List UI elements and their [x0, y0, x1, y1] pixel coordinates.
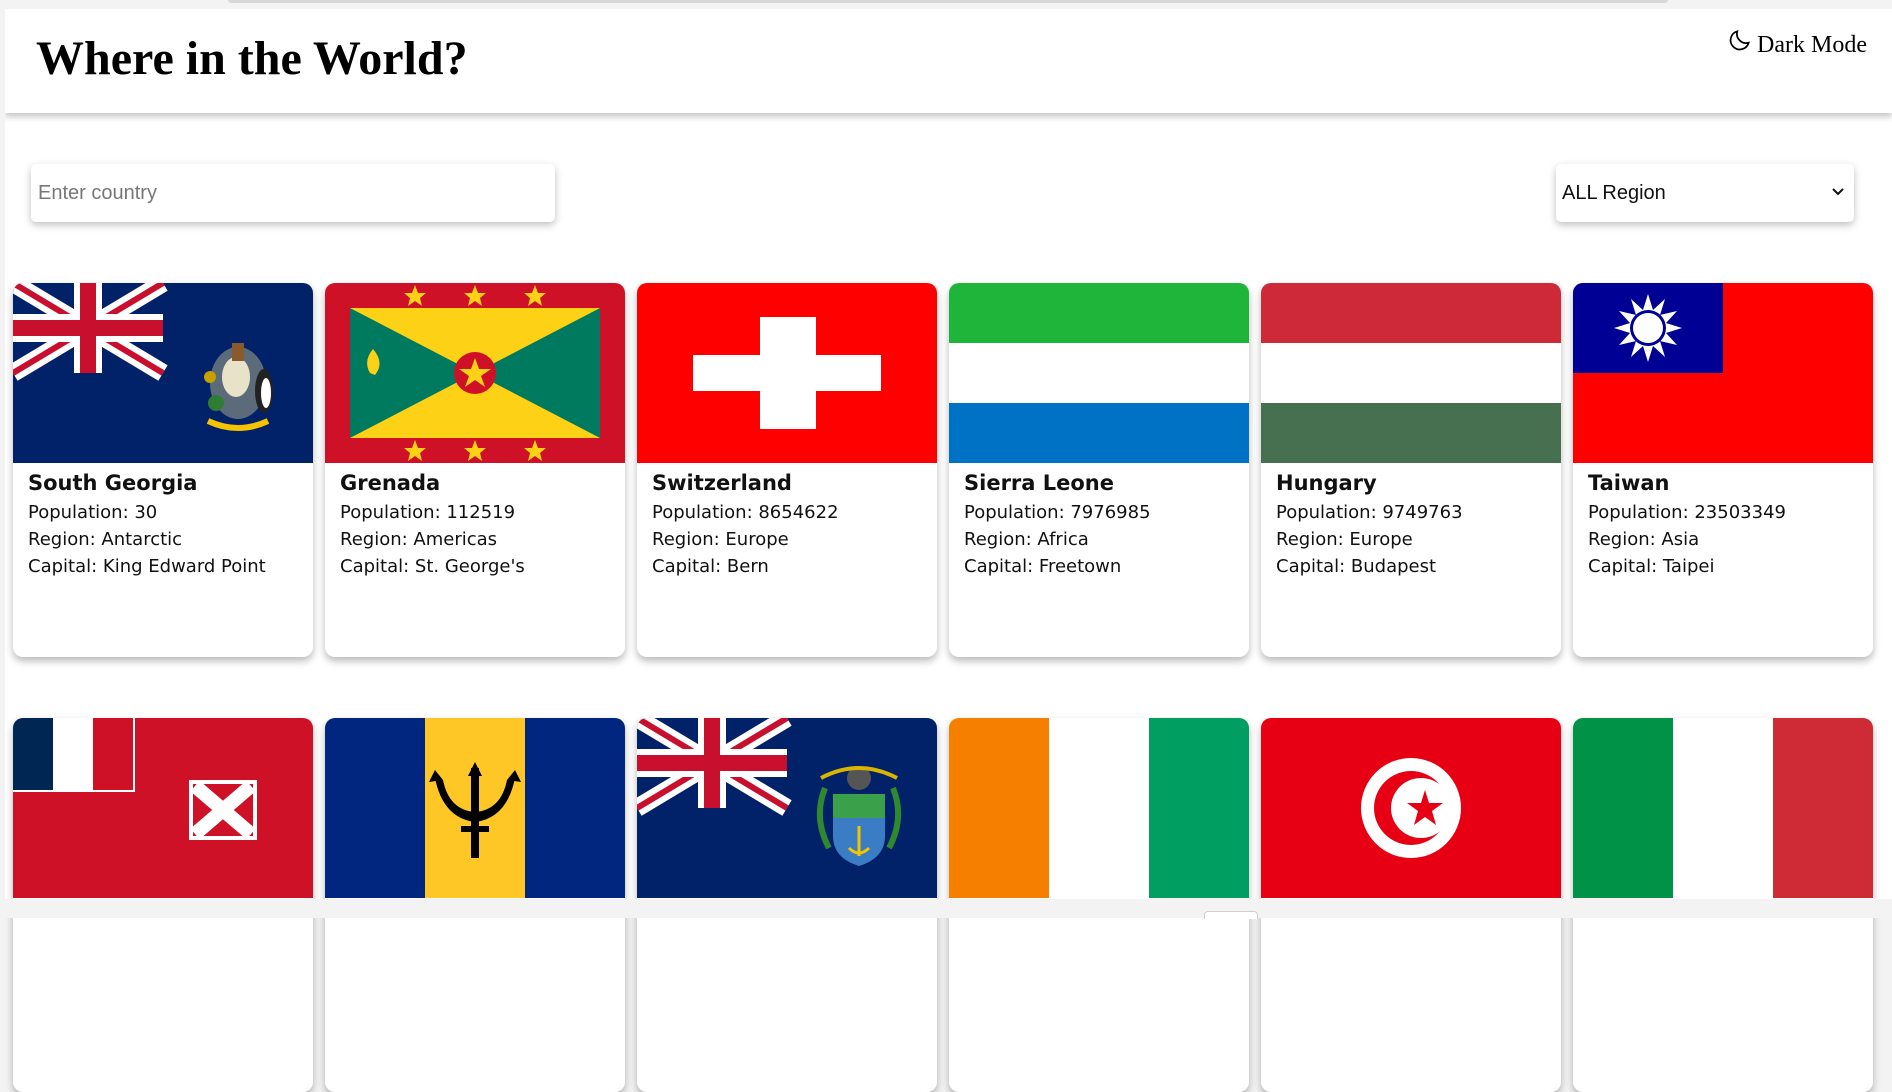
capital-value: Taipei	[1662, 556, 1715, 577]
country-card[interactable]: Hungary Population: 9749763 Region: Euro…	[1261, 283, 1561, 657]
country-name: South Georgia	[28, 471, 198, 495]
population-value: 30	[134, 502, 158, 523]
wallis-and-futuna-flag	[13, 718, 313, 898]
capital-line: Capital: Budapest	[1276, 556, 1437, 577]
population-line: Population: 30	[28, 502, 158, 523]
population-value: 9749763	[1382, 502, 1463, 523]
dark-mode-label: Dark Mode	[1757, 32, 1867, 58]
dark-mode-toggle[interactable]: Dark Mode	[1727, 30, 1867, 60]
region-line: Region: Europe	[652, 529, 789, 550]
country-search-input[interactable]	[31, 164, 555, 222]
card-body: South Georgia Population: 30 Region: Ant…	[13, 463, 313, 580]
taiwan-flag	[1573, 283, 1873, 463]
chevron-down-icon	[1830, 182, 1846, 205]
card-body: Hungary Population: 9749763 Region: Euro…	[1261, 463, 1561, 580]
country-card[interactable]: Taiwan Population: 23503349 Region: Asia…	[1573, 283, 1873, 657]
capital-line: Capital: Freetown	[964, 556, 1122, 577]
capital-line: Capital: King Edward Point	[28, 556, 266, 577]
app-header: Where in the World? Dark Mode	[5, 9, 1892, 113]
population-line: Population: 23503349	[1588, 502, 1786, 523]
capital-value: Budapest	[1350, 556, 1437, 577]
capital-value: Freetown	[1038, 556, 1122, 577]
card-body: Grenada Population: 112519 Region: Ameri…	[325, 463, 625, 580]
card-body: Taiwan Population: 23503349 Region: Asia…	[1573, 463, 1873, 580]
capital-value: St. George's	[414, 556, 525, 577]
capital-value: Bern	[726, 556, 769, 577]
region-line: Region: Europe	[1276, 529, 1413, 550]
south-georgia-flag	[13, 283, 313, 463]
population-value: 8654622	[758, 502, 839, 523]
country-card[interactable]: Sierra Leone Population: 7976985 Region:…	[949, 283, 1249, 657]
country-name: Switzerland	[652, 471, 792, 495]
barbados-flag	[325, 718, 625, 898]
tunisia-flag	[1261, 718, 1561, 898]
region-line: Region: Americas	[340, 529, 498, 550]
country-name: Sierra Leone	[964, 471, 1115, 495]
switzerland-flag	[637, 283, 937, 463]
region-filter-select[interactable]: ALL Region	[1556, 164, 1854, 222]
region-value: Europe	[1349, 529, 1413, 550]
capital-line: Capital: Taipei	[1588, 556, 1715, 577]
region-line: Region: Asia	[1588, 529, 1700, 550]
pitcairn-islands-flag	[637, 718, 937, 898]
capital-line: Capital: St. George's	[340, 556, 525, 577]
italy-flag	[1573, 718, 1873, 898]
country-grid: South Georgia Population: 30 Region: Ant…	[13, 283, 1873, 1092]
app-title: Where in the World?	[36, 32, 468, 85]
region-value: Africa	[1037, 529, 1089, 550]
capital-value: King Edward Point	[102, 556, 266, 577]
region-value: Europe	[725, 529, 789, 550]
population-value: 7976985	[1070, 502, 1151, 523]
capital-line: Capital: Bern	[652, 556, 769, 577]
country-card[interactable]: South Georgia Population: 30 Region: Ant…	[13, 283, 313, 657]
moon-icon	[1727, 30, 1753, 60]
population-value: 112519	[446, 502, 516, 523]
country-card[interactable]: Switzerland Population: 8654622 Region: …	[637, 283, 937, 657]
population-line: Population: 7976985	[964, 502, 1151, 523]
ivory-coast-flag	[949, 718, 1249, 898]
region-filter-value: ALL Region	[1562, 181, 1666, 204]
region-value: Asia	[1661, 529, 1700, 550]
country-name: Grenada	[340, 471, 441, 495]
browser-top-edge	[228, 0, 1668, 3]
region-value: Antarctic	[101, 529, 183, 550]
region-line: Region: Antarctic	[28, 529, 183, 550]
country-name: Hungary	[1276, 471, 1377, 495]
population-line: Population: 8654622	[652, 502, 839, 523]
country-card[interactable]: Grenada Population: 112519 Region: Ameri…	[325, 283, 625, 657]
population-line: Population: 9749763	[1276, 502, 1463, 523]
population-value: 23503349	[1694, 502, 1786, 523]
hungary-flag	[1261, 283, 1561, 463]
grenada-flag	[325, 283, 625, 463]
window-bottom-edge	[0, 899, 1892, 918]
sierra-leone-flag	[949, 283, 1249, 463]
region-value: Americas	[413, 529, 498, 550]
country-name: Taiwan	[1588, 471, 1670, 495]
card-body: Sierra Leone Population: 7976985 Region:…	[949, 463, 1249, 580]
card-body: Switzerland Population: 8654622 Region: …	[637, 463, 937, 580]
population-line: Population: 112519	[340, 502, 516, 523]
region-line: Region: Africa	[964, 529, 1089, 550]
